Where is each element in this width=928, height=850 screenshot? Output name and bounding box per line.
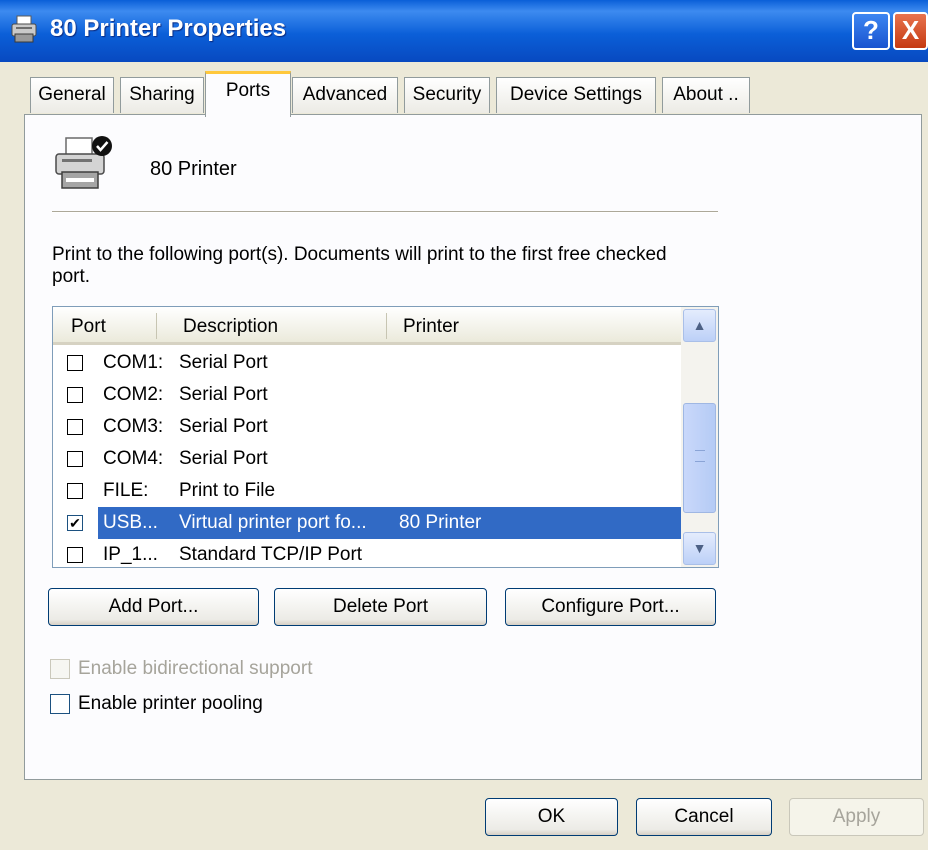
port-name: COM2: <box>103 384 164 405</box>
column-header-port[interactable]: Port <box>71 316 106 338</box>
scroll-up-button[interactable]: ▲ <box>683 309 716 342</box>
cancel-button[interactable]: Cancel <box>636 798 772 836</box>
port-row-com1[interactable]: COM1: Serial Port <box>53 347 681 379</box>
port-checkbox[interactable] <box>67 547 83 563</box>
add-port-button[interactable]: Add Port... <box>48 588 259 626</box>
column-header-printer[interactable]: Printer <box>403 316 459 338</box>
port-name: COM4: <box>103 448 164 469</box>
window-title: 80 Printer Properties <box>50 15 287 42</box>
tab-sharing[interactable]: Sharing <box>120 77 204 113</box>
port-row-file[interactable]: FILE: Print to File <box>53 475 681 507</box>
ports-list[interactable]: Port Description Printer COM1: Serial Po… <box>52 306 719 568</box>
port-checkbox[interactable] <box>67 451 83 467</box>
port-name: COM3: <box>103 416 164 437</box>
port-checkbox[interactable] <box>67 387 83 403</box>
column-divider[interactable] <box>386 313 387 339</box>
close-button[interactable]: X <box>893 12 928 50</box>
port-name: COM1: <box>103 352 164 373</box>
title-bar: 80 Printer Properties ? X <box>0 0 928 62</box>
help-button[interactable]: ? <box>852 12 890 50</box>
port-description: Virtual printer port fo... <box>179 512 367 533</box>
port-checkbox[interactable] <box>67 483 83 499</box>
tab-ports[interactable]: Ports <box>205 71 291 117</box>
bidirectional-label: Enable bidirectional support <box>78 658 313 679</box>
port-description: Print to File <box>179 480 276 501</box>
port-checkbox[interactable] <box>67 419 83 435</box>
port-description: Standard TCP/IP Port <box>179 544 363 565</box>
port-checkbox-checked[interactable]: ✔ <box>67 515 83 531</box>
printer-pooling-label: Enable printer pooling <box>78 693 263 714</box>
grip-icon <box>695 450 705 462</box>
port-name: USB... <box>103 512 158 533</box>
vertical-scrollbar[interactable]: ▲ ▼ <box>681 307 718 567</box>
tab-advanced[interactable]: Advanced <box>292 77 398 113</box>
port-row-com4[interactable]: COM4: Serial Port <box>53 443 681 475</box>
scroll-down-button[interactable]: ▼ <box>683 532 716 565</box>
port-name: IP_1... <box>103 544 158 565</box>
port-name: FILE: <box>103 480 149 501</box>
apply-button[interactable]: Apply <box>789 798 924 836</box>
ok-button[interactable]: OK <box>485 798 618 836</box>
configure-port-button[interactable]: Configure Port... <box>505 588 716 626</box>
port-row-ip[interactable]: IP_1... Standard TCP/IP Port <box>53 539 681 567</box>
port-row-com2[interactable]: COM2: Serial Port <box>53 379 681 411</box>
printer-icon <box>55 136 112 189</box>
printer-icon <box>11 15 37 43</box>
separator <box>52 211 718 213</box>
column-header-description[interactable]: Description <box>183 316 278 338</box>
port-description: Serial Port <box>179 416 268 437</box>
port-description: Serial Port <box>179 384 268 405</box>
bidirectional-checkbox[interactable] <box>50 659 70 679</box>
port-description: Serial Port <box>179 352 268 373</box>
list-header: Port Description Printer <box>53 307 681 345</box>
port-description: Serial Port <box>179 448 268 469</box>
delete-port-button[interactable]: Delete Port <box>274 588 487 626</box>
scroll-thumb[interactable] <box>683 403 716 513</box>
ports-description: Print to the following port(s). Document… <box>52 244 667 287</box>
port-checkbox[interactable] <box>67 355 83 371</box>
port-row-usb[interactable]: ✔ USB... Virtual printer port fo... 80 P… <box>53 507 681 539</box>
port-row-com3[interactable]: COM3: Serial Port <box>53 411 681 443</box>
printer-name: 80 Printer <box>150 158 237 180</box>
port-printer: 80 Printer <box>399 512 482 533</box>
tab-device-settings[interactable]: Device Settings <box>496 77 656 113</box>
printer-pooling-checkbox[interactable] <box>50 694 70 714</box>
tab-about[interactable]: About .. <box>662 77 750 113</box>
tab-strip: General Sharing Ports Advanced Security … <box>0 62 928 117</box>
tab-security[interactable]: Security <box>404 77 490 113</box>
column-divider[interactable] <box>156 313 157 339</box>
tab-general[interactable]: General <box>30 77 114 113</box>
